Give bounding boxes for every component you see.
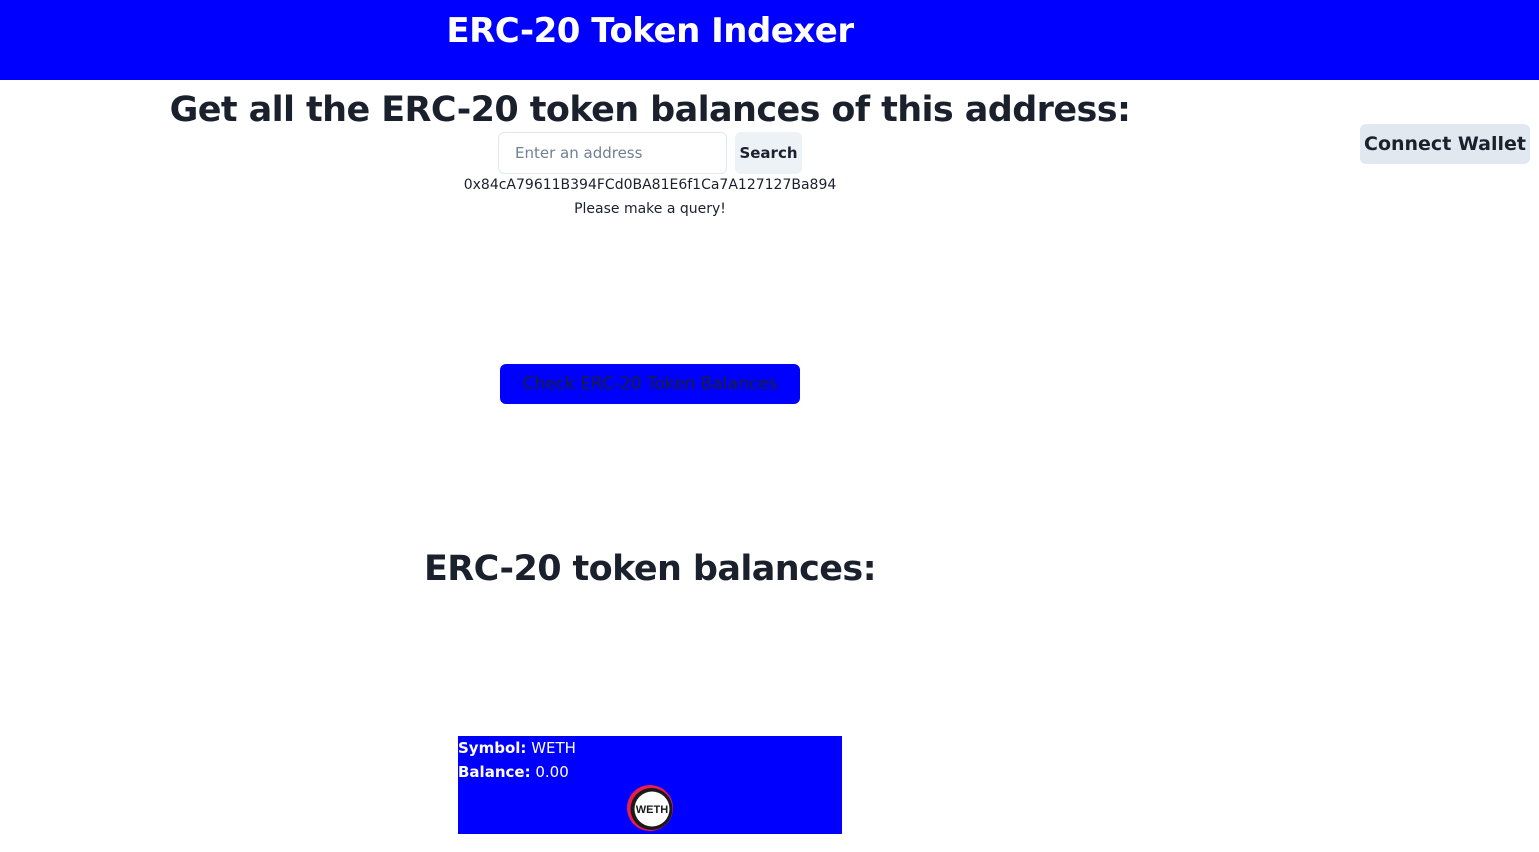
weth-logo-graphic: WETH bbox=[627, 785, 673, 831]
connect-wallet-button[interactable]: Connect Wallet bbox=[1360, 124, 1530, 164]
token-symbol-value: WETH bbox=[531, 739, 576, 757]
app-header: ERC-20 Token Indexer bbox=[0, 0, 1539, 80]
weth-logo-text: WETH bbox=[636, 804, 668, 816]
token-balance-row: Balance: 0.00 bbox=[458, 760, 569, 784]
token-symbol-label: Symbol: bbox=[458, 739, 527, 757]
token-balance-label: Balance: bbox=[458, 763, 531, 781]
balances-heading: ERC-20 token balances: bbox=[423, 549, 877, 589]
token-balance-value: 0.00 bbox=[535, 763, 569, 781]
status-message: Please make a query! bbox=[574, 201, 726, 217]
app-title: ERC-20 Token Indexer bbox=[446, 11, 854, 51]
token-card: Symbol: WETH Balance: 0.00 WETH bbox=[458, 736, 842, 834]
search-button[interactable]: Search bbox=[735, 132, 802, 174]
connected-address: 0x84cA79611B394FCd0BA81E6f1Ca7A127127Ba8… bbox=[463, 177, 837, 193]
check-balances-button[interactable]: Check ERC-20 Token Balances bbox=[500, 364, 800, 404]
query-heading: Get all the ERC-20 token balances of thi… bbox=[169, 90, 1131, 130]
weth-logo-icon: WETH bbox=[626, 784, 674, 832]
address-input[interactable] bbox=[498, 132, 727, 174]
token-symbol-row: Symbol: WETH bbox=[458, 736, 576, 760]
